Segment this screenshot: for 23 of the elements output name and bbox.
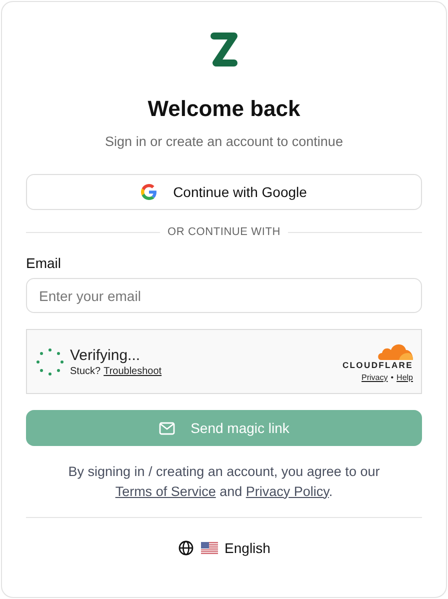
policy-link[interactable]: Privacy Policy xyxy=(246,484,329,499)
policy-link[interactable]: Terms of Service xyxy=(115,484,216,499)
troubleshoot-link[interactable]: Troubleshoot xyxy=(104,366,162,376)
subtitle: Sign in or create an account to continue xyxy=(105,134,343,149)
terms-notice: By signing in / creating an account, you agree to our Terms of Service and Privacy Policy. xyxy=(67,463,381,501)
verifying-status: Verifying... xyxy=(70,346,142,364)
email-label: Email xyxy=(26,255,62,271)
flag-icon xyxy=(200,542,218,554)
help-link[interactable]: Help xyxy=(396,372,413,382)
stuck-text: Stuck? xyxy=(70,366,101,376)
globe-icon xyxy=(178,540,194,556)
email-field[interactable]: Enter your email xyxy=(26,278,422,313)
divider-text: OR CONTINUE WITH xyxy=(168,226,280,238)
cloudflare-wordmark: CLOUDFLARE xyxy=(342,360,413,370)
google-icon xyxy=(141,184,158,200)
spinner-icon xyxy=(35,346,65,376)
google-button[interactable]: Continue with Google xyxy=(26,174,422,210)
mail-icon xyxy=(158,422,175,434)
welcome-title: Welcome back xyxy=(148,96,300,122)
privacy-link[interactable]: Privacy xyxy=(362,372,388,382)
cloud-icon xyxy=(377,342,413,360)
language-selector[interactable]: English xyxy=(178,540,270,556)
separator-dot: • xyxy=(390,372,394,382)
